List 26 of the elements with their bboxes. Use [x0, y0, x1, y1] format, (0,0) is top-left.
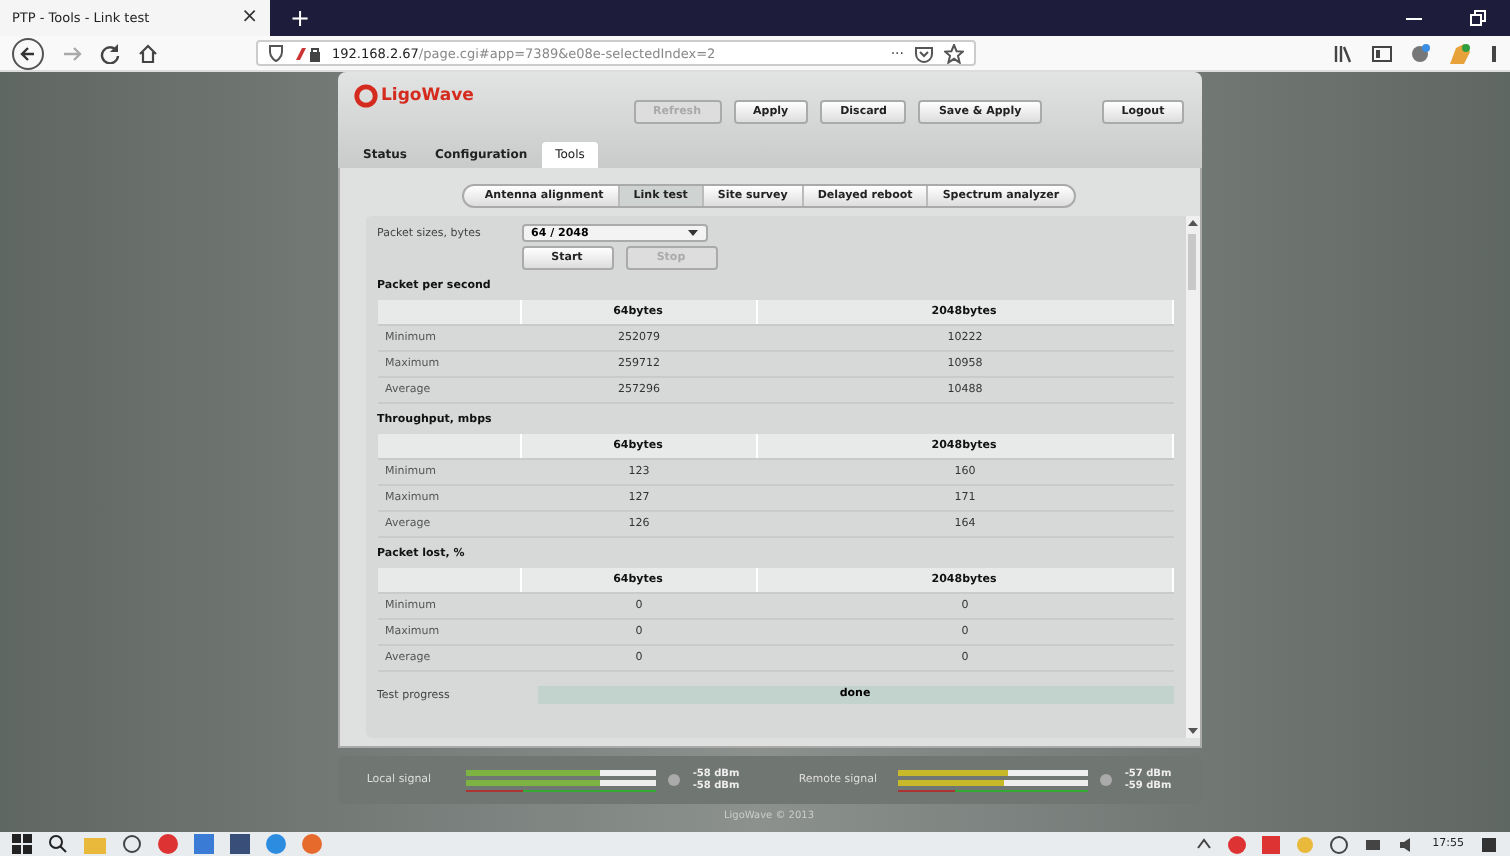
back-icon[interactable]	[12, 37, 44, 69]
menu-icon[interactable]	[1490, 43, 1498, 63]
scroll-down-icon[interactable]	[1187, 726, 1197, 734]
new-tab-button[interactable]: +	[290, 6, 311, 30]
logo-icon	[353, 84, 377, 108]
close-icon[interactable]: ×	[241, 8, 258, 28]
star-icon[interactable]	[944, 43, 964, 63]
library-icon[interactable]	[1334, 43, 1354, 63]
scroll-up-icon[interactable]	[1187, 220, 1197, 228]
sidebar-icon[interactable]	[1372, 43, 1392, 63]
home-icon[interactable]	[138, 43, 158, 63]
scrollbar[interactable]	[1185, 216, 1199, 738]
dropdown-icon	[687, 230, 697, 236]
firefox-icon[interactable]	[302, 834, 322, 854]
restore-icon[interactable]	[1470, 10, 1486, 26]
logo-text: LigoWave	[381, 86, 474, 106]
search-icon[interactable]	[48, 834, 68, 854]
extension-icon[interactable]	[1448, 41, 1472, 65]
signal-dot-icon	[1100, 774, 1113, 786]
extension-icon[interactable]	[1410, 43, 1430, 63]
signal-dot-icon	[668, 774, 681, 786]
windows-icon[interactable]	[12, 834, 32, 854]
pocket-icon[interactable]	[914, 43, 934, 63]
lock-icon	[294, 45, 322, 61]
reload-icon[interactable]	[100, 43, 120, 63]
shield-icon	[268, 44, 284, 62]
